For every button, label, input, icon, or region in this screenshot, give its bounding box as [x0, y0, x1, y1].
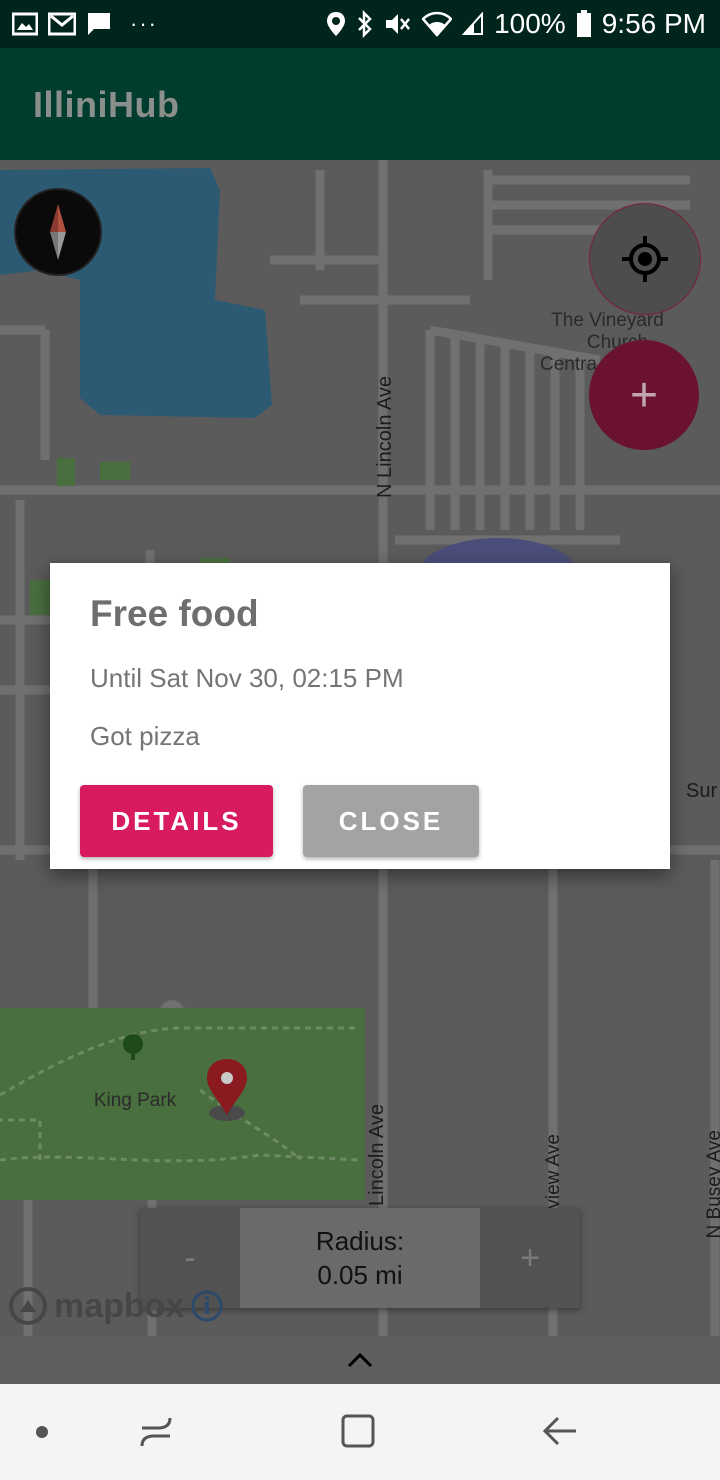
- close-button[interactable]: CLOSE: [303, 785, 479, 857]
- poi-king-park: King Park: [93, 1090, 177, 1111]
- event-description: Got pizza: [90, 721, 200, 751]
- radius-increase-button[interactable]: +: [480, 1208, 580, 1308]
- clock: 9:56 PM: [601, 8, 706, 39]
- compass-button[interactable]: [14, 188, 102, 276]
- chevron-up-icon: [347, 1352, 373, 1368]
- gallery-icon: [12, 12, 38, 36]
- battery-icon: [576, 10, 592, 38]
- nav-dot-icon: [36, 1426, 48, 1438]
- back-icon: [542, 1416, 576, 1446]
- status-bar: ··· 100% 9:56 PM: [0, 0, 720, 48]
- attribution-info-icon[interactable]: [190, 1289, 224, 1323]
- recent-apps-icon: [140, 1417, 172, 1447]
- dialog-title: Free food: [90, 593, 259, 634]
- location-icon: [326, 11, 346, 37]
- street-label-busey: N Busey Ave: [704, 1130, 720, 1238]
- radius-display: Radius: 0.05 mi: [240, 1208, 480, 1308]
- app-bar: IlliniHub: [0, 48, 720, 160]
- add-event-button[interactable]: +: [589, 340, 699, 450]
- event-until-time: Until Sat Nov 30, 02:15 PM: [90, 663, 404, 693]
- my-location-button[interactable]: [589, 203, 701, 315]
- radius-label: Radius:: [315, 1226, 405, 1256]
- radius-value: 0.05 mi: [317, 1260, 403, 1290]
- mute-icon: [384, 11, 412, 37]
- bottom-sheet-handle[interactable]: [0, 1336, 720, 1384]
- back-button[interactable]: [540, 1412, 580, 1457]
- street-label-sunset: Sur: [686, 780, 718, 802]
- bluetooth-icon: [356, 10, 374, 38]
- system-navigation-bar: [0, 1384, 720, 1480]
- more-notifications-icon: ···: [130, 11, 158, 36]
- recent-apps-button[interactable]: [138, 1412, 174, 1457]
- gmail-icon: [48, 12, 76, 36]
- mapbox-logo: mapbox: [8, 1286, 224, 1326]
- wifi-icon: [422, 11, 453, 37]
- compass-icon: [50, 204, 66, 260]
- mapbox-wordmark: mapbox: [54, 1286, 185, 1325]
- message-icon: [86, 11, 112, 37]
- event-dialog: Free food Until Sat Nov 30, 02:15 PM Got…: [50, 563, 670, 869]
- signal-icon: [462, 12, 484, 36]
- battery-percent: 100%: [494, 8, 566, 39]
- street-label-lincoln-top: N Lincoln Ave: [374, 376, 396, 498]
- mapbox-icon: [9, 1287, 47, 1325]
- my-location-icon: [622, 236, 668, 282]
- home-icon: [341, 1414, 375, 1448]
- home-button[interactable]: [340, 1412, 376, 1457]
- details-button[interactable]: DETAILS: [80, 785, 273, 857]
- app-title: IlliniHub: [33, 84, 180, 125]
